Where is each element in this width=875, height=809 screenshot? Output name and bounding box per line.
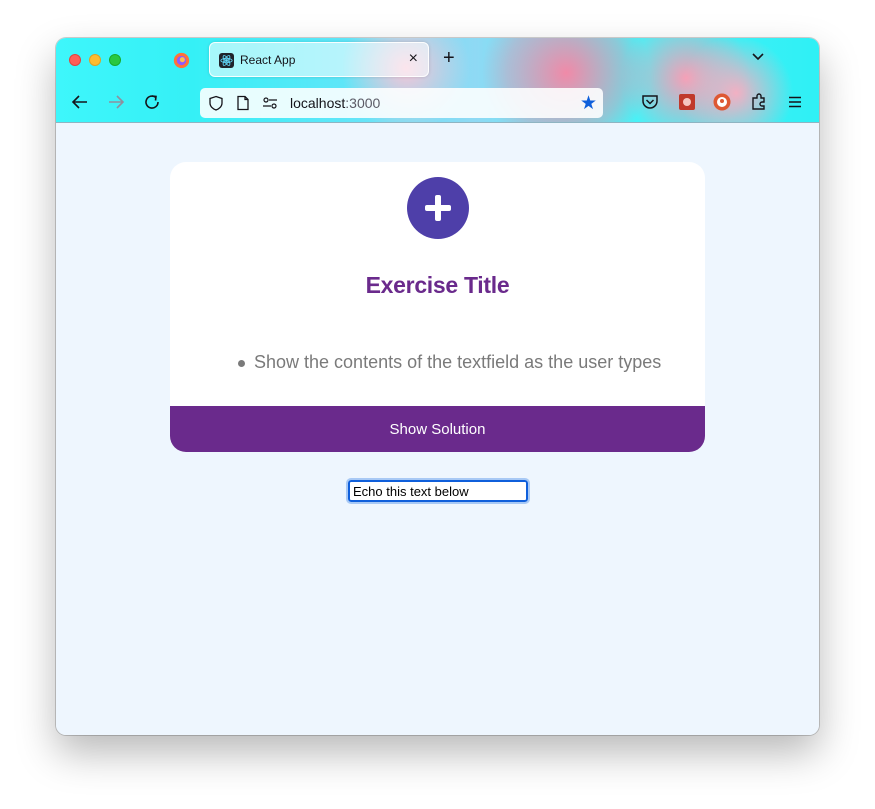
shield-icon[interactable] — [208, 95, 224, 111]
exercise-card: Exercise Title Show the contents of the … — [170, 162, 705, 452]
maximize-window-button[interactable] — [109, 54, 121, 66]
page-icon[interactable] — [235, 95, 251, 111]
browser-window: React App × + localhost:3000 ★ Exercise … — [56, 38, 819, 735]
back-arrow-icon[interactable] — [70, 92, 90, 112]
chevron-down-icon[interactable] — [751, 50, 765, 64]
tab-react-app[interactable]: React App × — [209, 42, 429, 77]
tab-title: React App — [240, 53, 296, 67]
requirement-item: Show the contents of the textfield as th… — [238, 352, 661, 373]
show-solution-button[interactable]: Show Solution — [170, 406, 705, 452]
page-content: Exercise Title Show the contents of the … — [56, 123, 819, 735]
navigation-bar: localhost:3000 ★ — [56, 82, 819, 122]
duckduckgo-icon[interactable] — [712, 92, 732, 112]
menu-icon[interactable] — [785, 92, 805, 112]
permissions-icon[interactable] — [262, 95, 278, 111]
url-text[interactable]: localhost:3000 — [290, 95, 380, 111]
puzzle-icon[interactable] — [749, 92, 769, 112]
firefox-icon — [173, 52, 190, 69]
tab-bar: React App × + — [56, 38, 819, 82]
reload-icon[interactable] — [142, 92, 162, 112]
url-port: :3000 — [345, 95, 381, 111]
plus-icon — [435, 195, 441, 221]
pocket-icon[interactable] — [640, 92, 660, 112]
forward-arrow-icon[interactable] — [106, 92, 126, 112]
tab-close-icon[interactable]: × — [409, 50, 418, 68]
bookmark-star-icon[interactable]: ★ — [580, 92, 597, 115]
echo-text-input[interactable] — [346, 478, 530, 504]
address-bar[interactable]: localhost:3000 ★ — [200, 88, 603, 118]
add-button[interactable] — [407, 177, 469, 239]
url-host: localhost — [290, 95, 346, 111]
exercise-title: Exercise Title — [365, 272, 510, 298]
browser-chrome: React App × + localhost:3000 ★ — [56, 38, 819, 123]
new-tab-button[interactable]: + — [443, 47, 455, 70]
react-icon — [219, 53, 234, 68]
requirements-list: Show the contents of the textfield as th… — [238, 352, 661, 373]
close-window-button[interactable] — [69, 54, 81, 66]
extension-icon[interactable] — [677, 92, 697, 112]
minimize-window-button[interactable] — [89, 54, 101, 66]
